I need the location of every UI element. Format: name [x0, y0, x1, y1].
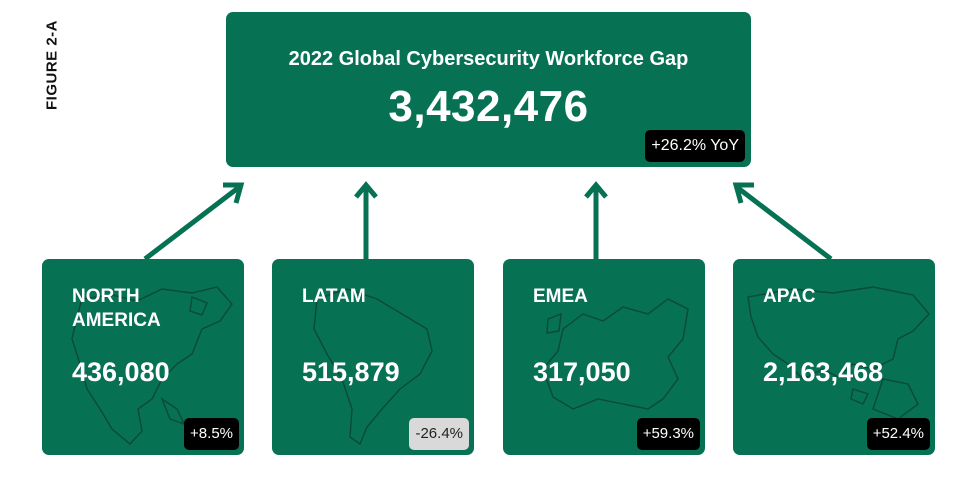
total-change-badge: +26.2% YoY: [645, 130, 745, 162]
region-name-line1: APAC: [763, 286, 816, 307]
arrow-apac: [736, 186, 833, 261]
region-value: 2,163,468: [763, 357, 884, 387]
region-card-north-america: NORTH AMERICA 436,080 +8.5%: [42, 259, 244, 455]
region-value: 317,050: [533, 357, 631, 387]
region-value: 515,879: [302, 357, 400, 387]
region-name: NORTH AMERICA: [72, 285, 161, 333]
region-name: APAC: [763, 285, 815, 309]
total-gap-box: 2022 Global Cybersecurity Workforce Gap …: [226, 12, 751, 167]
region-name: EMEA: [533, 285, 588, 309]
region-card-apac: APAC 2,163,468 +52.4%: [733, 259, 935, 455]
region-card-emea: EMEA 317,050 +59.3%: [503, 259, 705, 455]
region-name-line1: EMEA: [533, 286, 588, 307]
region-change-badge: +8.5%: [184, 418, 239, 450]
region-card-latam: LATAM 515,879 -26.4%: [272, 259, 474, 455]
region-name-line1: NORTH: [72, 286, 140, 307]
region-name: LATAM: [302, 285, 366, 309]
region-change-badge: -26.4%: [409, 418, 469, 450]
region-name-line2: AMERICA: [72, 310, 161, 331]
region-change-badge: +59.3%: [636, 418, 700, 450]
arrow-north-america: [143, 186, 240, 261]
region-name-line1: LATAM: [302, 286, 366, 307]
region-value: 436,080: [72, 357, 170, 387]
total-gap-title: 2022 Global Cybersecurity Workforce Gap: [288, 48, 689, 70]
region-change-badge: +52.4%: [866, 418, 930, 450]
total-gap-value: 3,432,476: [388, 82, 589, 131]
